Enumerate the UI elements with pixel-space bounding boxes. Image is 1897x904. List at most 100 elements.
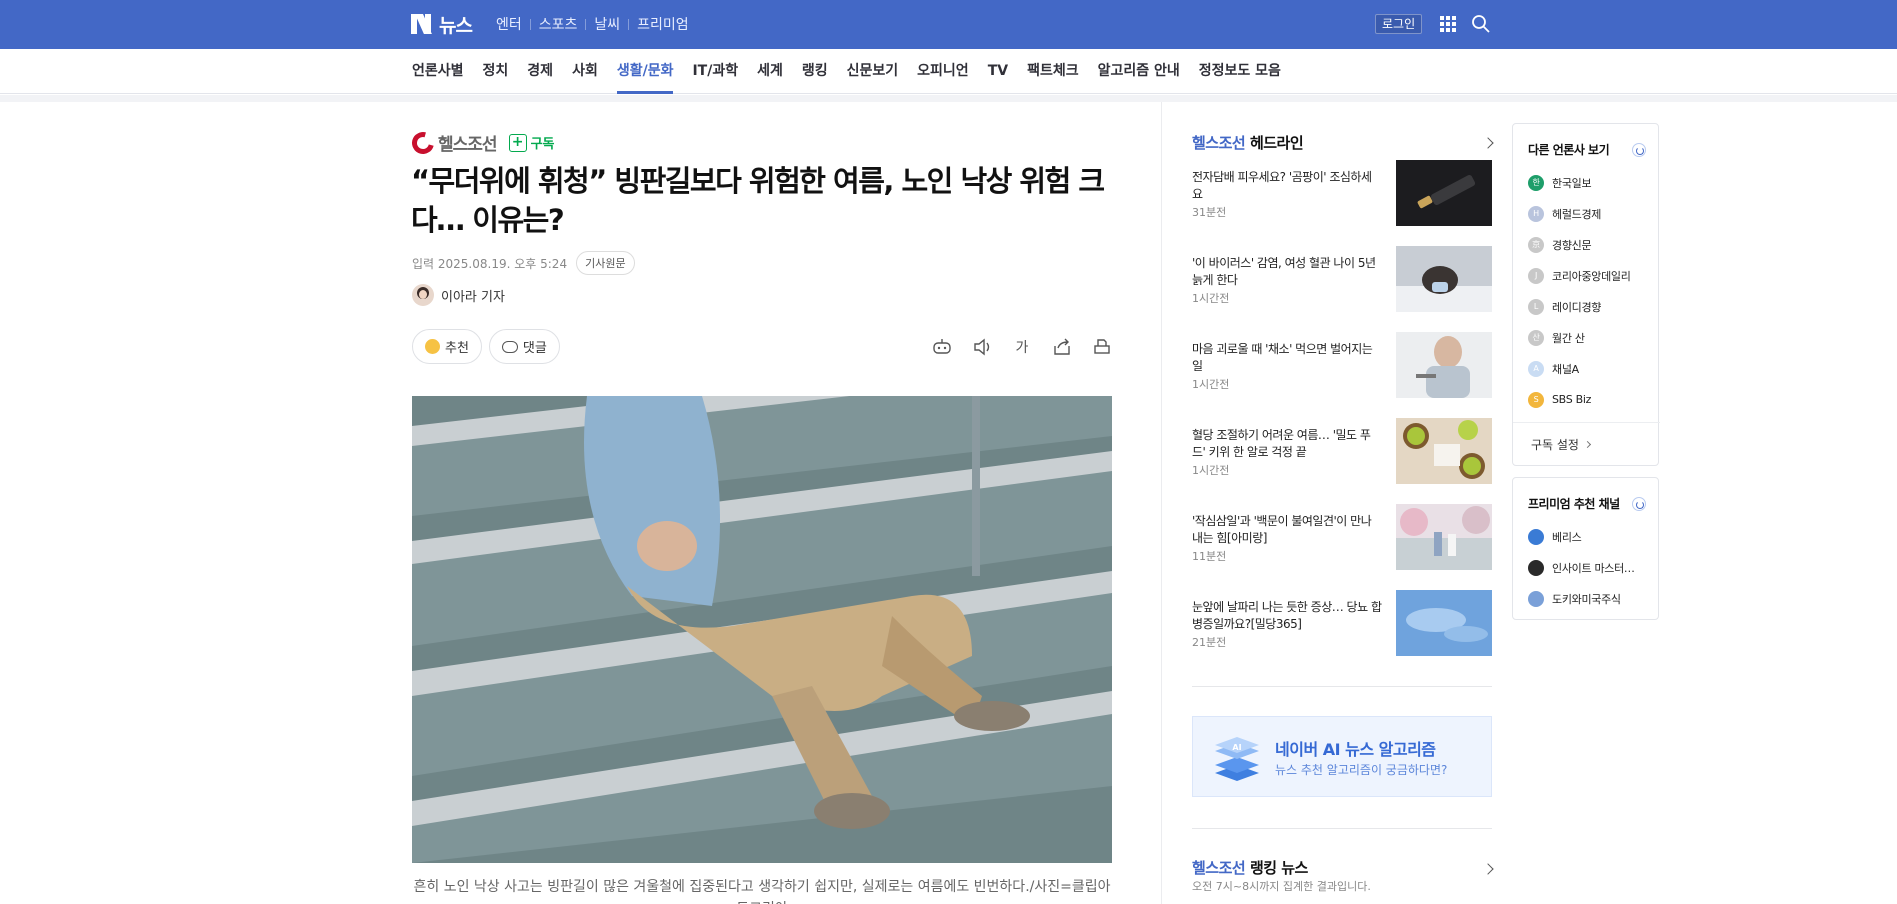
article-actions: 추천 댓글 (412, 329, 567, 364)
article-headline: “무더위에 휘청” 빙판길보다 위험한 여름, 노인 낙상 위험 크다… 이유는… (411, 164, 1105, 237)
ranking-title-suffix: 랭킹 뉴스 (1249, 859, 1308, 877)
subscription-setting-label: 구독 설정 (1531, 438, 1579, 452)
channel-avatar-icon (1528, 528, 1544, 545)
press-icon: L (1528, 298, 1544, 315)
refresh-icon[interactable] (1632, 497, 1646, 511)
naver-n-icon (411, 14, 432, 34)
ranking-section-title[interactable]: 헬스조선 랭킹 뉴스 (1192, 857, 1308, 878)
press-icon: J (1528, 267, 1544, 284)
ai-algorithm-banner[interactable]: AI 네이버 AI 뉴스 알고리즘 뉴스 추천 알고리즘이 궁금하다면? (1192, 716, 1492, 797)
section-divider (1192, 686, 1492, 687)
chevron-right-icon[interactable] (1482, 863, 1494, 875)
plus-icon: + (508, 133, 527, 152)
press-item-name: 한국일보 (1552, 176, 1592, 190)
category-tab[interactable]: 신문보기 (847, 49, 899, 94)
press-header: 헬스조선 + 구독 (407, 127, 555, 158)
category-tab[interactable]: 정정보도 모음 (1199, 49, 1281, 94)
other-press-title: 다른 언론사 보기 (1528, 143, 1610, 157)
section-divider (1192, 828, 1492, 829)
press-logo-icon (407, 127, 439, 158)
smile-icon (425, 339, 440, 354)
headline-item[interactable]: 눈앞에 날파리 나는 듯한 증상… 당뇨 합병증일까요?[밀당365] 21분전 (1192, 589, 1492, 675)
press-item-name: 경향신문 (1552, 238, 1592, 252)
press-name[interactable]: 헬스조선 (438, 130, 498, 155)
category-tab[interactable]: 정치 (483, 49, 509, 94)
recommend-button[interactable]: 추천 (412, 329, 482, 364)
nav-shadow (0, 95, 1897, 102)
premium-channel-item[interactable]: 인사이트 마스터… (1528, 552, 1635, 583)
headline-item[interactable]: '작심삼일'과 '백문이 불여일견'이 만나 내는 힘[아미랑] 11분전 (1192, 503, 1492, 589)
category-tab[interactable]: 오피니언 (917, 49, 969, 94)
premium-channel-item[interactable]: 도키와미국주식 (1528, 583, 1635, 614)
premium-channel-item[interactable]: 베리스 (1528, 521, 1635, 552)
chevron-right-icon[interactable] (1482, 137, 1494, 149)
category-tab[interactable]: 언론사별 (412, 49, 464, 94)
headline-item[interactable]: 혈당 조절하기 어려운 여름… '밀도 푸드' 키위 한 알로 걱정 끝 1시간전 (1192, 417, 1492, 503)
naver-news-logo[interactable]: 뉴스 (411, 12, 473, 37)
nav-separator (585, 18, 587, 30)
subscribe-button[interactable]: + 구독 (508, 133, 555, 152)
subscribe-label: 구독 (530, 137, 555, 152)
print-icon[interactable] (1090, 336, 1114, 358)
comment-button[interactable]: 댓글 (488, 329, 560, 364)
headline-item[interactable]: '이 바이러스' 감염, 여성 혈관 나이 5년 늙게 한다 1시간전 (1192, 245, 1492, 331)
headline-item[interactable]: 전자담배 피우세요? '곰팡이' 조심하세요 31분전 (1192, 159, 1492, 245)
other-press-item[interactable]: A 채널A (1528, 353, 1631, 384)
search-icon[interactable] (1471, 14, 1491, 34)
other-press-item[interactable]: L 레이디경향 (1528, 291, 1631, 322)
press-icon: 산 (1528, 329, 1544, 346)
reporter-byline[interactable]: 이아라 기자 (412, 284, 505, 306)
other-press-item[interactable]: 한 한국일보 (1528, 167, 1631, 198)
other-press-panel: 다른 언론사 보기 한 한국일보 H 헤럴드경제 京 경향신문 J 코리아중앙데일리 L 레이디경… (1512, 123, 1660, 466)
ai-icon-text: AI (1232, 743, 1241, 752)
reporter-avatar (412, 284, 434, 306)
original-article-button[interactable]: 기사원문 (576, 251, 635, 275)
category-tab[interactable]: 알고리즘 안내 (1098, 49, 1180, 94)
headline-section-title[interactable]: 헬스조선 헤드라인 (1192, 132, 1304, 153)
other-press-item[interactable]: 산 월간 산 (1528, 322, 1631, 353)
category-tab[interactable]: TV (988, 49, 1008, 94)
category-tab[interactable]: 경제 (527, 49, 553, 94)
category-tab[interactable]: 사회 (572, 49, 598, 94)
nav-entertain[interactable]: 엔터 (496, 14, 522, 34)
press-item-name: 코리아중앙데일리 (1552, 269, 1631, 283)
other-press-item[interactable]: J 코리아중앙데일리 (1528, 260, 1631, 291)
headline-time: 31분전 (1192, 206, 1227, 219)
apps-grid-icon[interactable] (1440, 16, 1456, 32)
nav-weather[interactable]: 날씨 (594, 14, 620, 34)
premium-title: 프리미엄 추천 채널 (1528, 497, 1620, 511)
headline-title-suffix: 헤드라인 (1249, 134, 1304, 152)
category-tab[interactable]: IT/과학 (692, 49, 738, 94)
press-item-name: 채널A (1552, 362, 1579, 376)
headline-item[interactable]: 마음 괴로울 때 '채소' 먹으면 벌어지는 일 1시간전 (1192, 331, 1492, 417)
headline-title: 혈당 조절하기 어려운 여름… '밀도 푸드' 키위 한 알로 걱정 끝 (1192, 428, 1371, 459)
ranking-press-name: 헬스조선 (1192, 859, 1246, 877)
category-tab[interactable]: 생활/문화 (616, 49, 674, 94)
headline-thumbnail (1396, 504, 1492, 570)
headline-title: 마음 괴로울 때 '채소' 먹으면 벌어지는 일 (1192, 342, 1373, 373)
speaker-icon[interactable] (970, 336, 994, 358)
share-icon[interactable] (1050, 336, 1074, 358)
press-item-name: 레이디경향 (1552, 300, 1602, 314)
reporter-name: 이아라 기자 (441, 289, 505, 305)
other-press-item[interactable]: H 헤럴드경제 (1528, 198, 1631, 229)
nav-premium[interactable]: 프리미엄 (637, 14, 689, 34)
other-press-item[interactable]: S SBS Biz (1528, 384, 1631, 415)
article-photo (412, 396, 1112, 863)
login-button[interactable]: 로그인 (1375, 14, 1423, 34)
summary-bot-icon[interactable] (930, 336, 954, 358)
nav-sports[interactable]: 스포츠 (539, 14, 578, 34)
category-tab[interactable]: 팩트체크 (1027, 49, 1079, 94)
channel-name: 인사이트 마스터… (1552, 561, 1635, 575)
press-item-name: 헤럴드경제 (1552, 207, 1602, 221)
ai-banner-title: 네이버 AI 뉴스 알고리즘 (1275, 740, 1436, 759)
category-tab[interactable]: 랭킹 (802, 49, 828, 94)
press-icon: A (1528, 360, 1544, 377)
refresh-icon[interactable] (1632, 143, 1646, 157)
category-tab[interactable]: 세계 (757, 49, 783, 94)
subscription-setting-link[interactable]: 구독 설정 (1531, 436, 1592, 453)
press-item-name: 월간 산 (1552, 331, 1585, 345)
other-press-item[interactable]: 京 경향신문 (1528, 229, 1631, 260)
headline-thumbnail (1396, 418, 1492, 484)
font-size-icon[interactable]: 가 (1010, 336, 1034, 358)
